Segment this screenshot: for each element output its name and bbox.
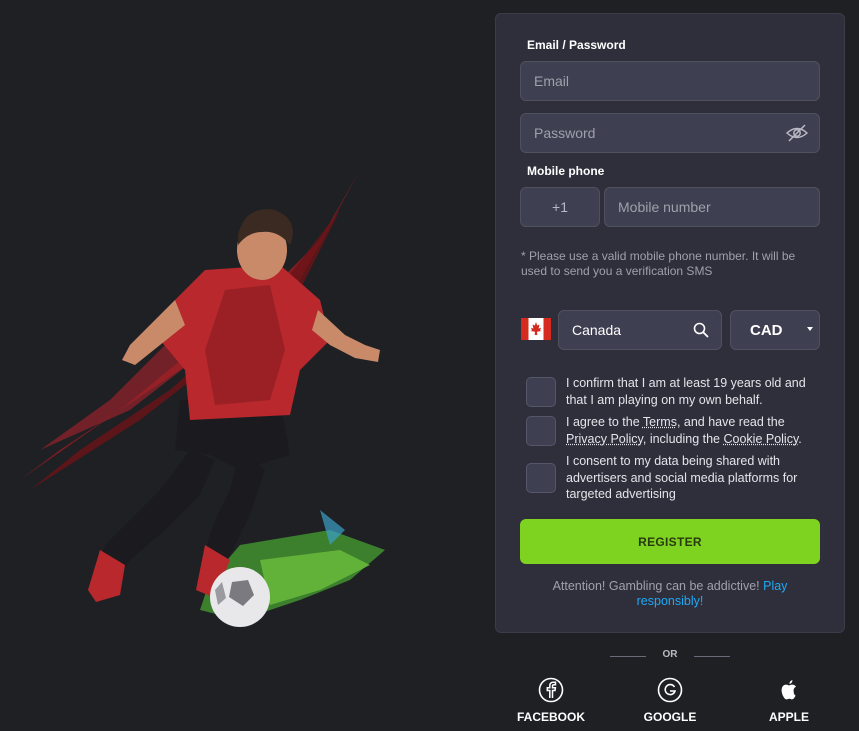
age-confirm-row: I confirm that I am at least 19 years ol… [526, 376, 826, 411]
registration-page: Email / Password Email Password Mobile p… [0, 0, 859, 731]
or-divider: OR [610, 649, 730, 663]
eye-hidden-icon[interactable] [785, 123, 809, 143]
phone-code-select[interactable]: +1 [520, 187, 600, 227]
apple-login-button[interactable]: APPLE [744, 677, 834, 724]
or-text: OR [662, 649, 678, 660]
privacy-policy-link[interactable]: Privacy Policy [566, 432, 643, 446]
terms-mid2: , including the [642, 431, 724, 446]
email-placeholder: Email [534, 73, 570, 89]
data-consent-row: I consent to my data being shared with a… [526, 454, 826, 501]
currency-select[interactable]: CAD [730, 310, 820, 350]
password-input[interactable]: Password [520, 113, 820, 153]
currency-value: CAD [750, 321, 783, 339]
footballer-illustration [20, 170, 385, 627]
email-input[interactable]: Email [520, 61, 820, 101]
google-label: GOOGLE [643, 710, 697, 724]
search-icon [693, 322, 709, 338]
terms-link[interactable]: Terms [643, 415, 677, 429]
country-select[interactable]: Canada [558, 310, 722, 350]
mobile-phone-label: Mobile phone [527, 164, 605, 178]
attention-text: Attention! Gambling can be addictive! [552, 579, 764, 593]
data-consent-text: I consent to my data being shared with a… [566, 454, 798, 501]
terms-row: I agree to the Terms, and have read the … [526, 414, 826, 450]
google-login-button[interactable]: GOOGLE [625, 677, 715, 724]
password-placeholder: Password [534, 125, 596, 141]
age-confirm-text: I confirm that I am at least 19 years ol… [566, 376, 806, 407]
phone-code-value: +1 [552, 199, 568, 215]
chevron-down-icon [807, 327, 813, 331]
register-button[interactable]: REGISTER [520, 519, 820, 564]
country-value: Canada [572, 322, 622, 338]
terms-pre: I agree to the [566, 415, 643, 429]
registration-form: Email / Password Email Password Mobile p… [495, 13, 845, 633]
canada-flag-icon [521, 318, 551, 340]
facebook-login-button[interactable]: FACEBOOK [506, 677, 596, 724]
gambling-warning: Attention! Gambling can be addictive! Pl… [520, 579, 820, 609]
terms-text: I agree to the Terms, and have read the … [566, 414, 821, 447]
mobile-number-input[interactable]: Mobile number [604, 187, 820, 227]
phone-hint: * Please use a valid mobile phone number… [521, 249, 796, 278]
mobile-number-placeholder: Mobile number [618, 199, 711, 215]
facebook-icon [538, 677, 564, 703]
terms-checkbox[interactable] [526, 416, 556, 446]
apple-icon [781, 680, 796, 700]
terms-mid: , and have read the [676, 415, 785, 429]
cookie-policy-link[interactable]: Cookie Policy [723, 432, 798, 446]
facebook-label: FACEBOOK [516, 710, 585, 724]
data-consent-checkbox[interactable] [526, 463, 556, 493]
terms-end: . [798, 431, 802, 446]
google-icon [657, 677, 683, 703]
apple-label: APPLE [768, 710, 809, 724]
age-confirm-checkbox[interactable] [526, 377, 556, 407]
email-password-label: Email / Password [527, 38, 626, 52]
